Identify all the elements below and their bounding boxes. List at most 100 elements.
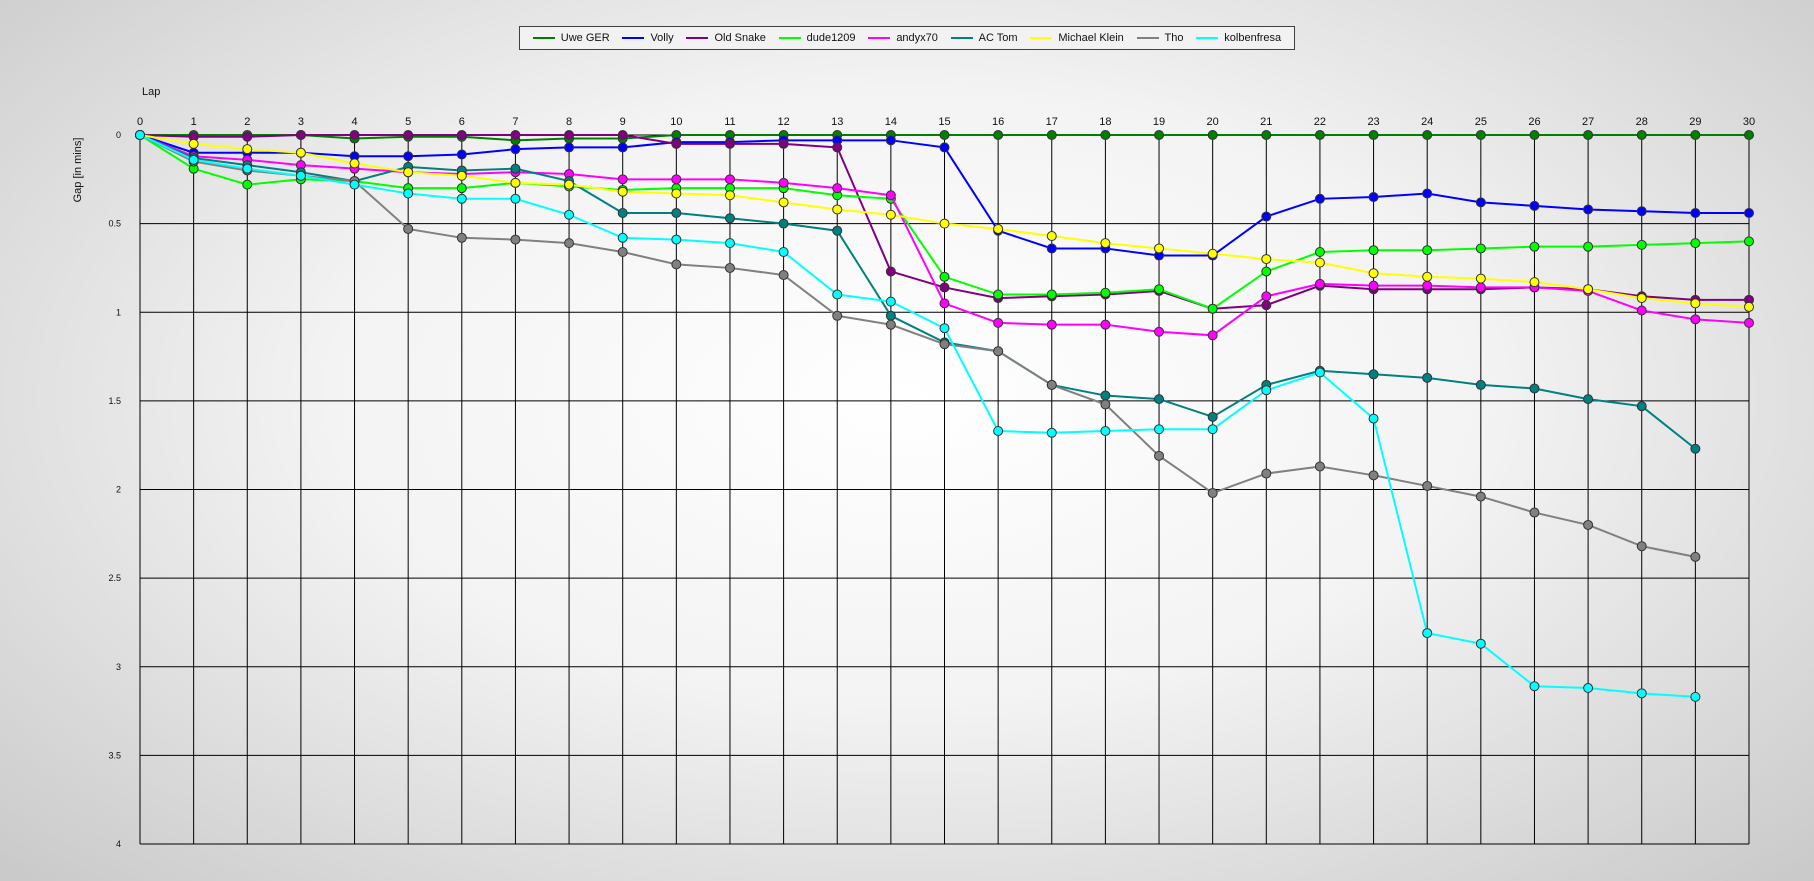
data-point [456, 183, 467, 194]
data-point [1475, 130, 1486, 140]
data-point [778, 270, 789, 281]
x-tick-label: 30 [1743, 116, 1755, 128]
x-tick-label: 1 [191, 116, 197, 128]
data-point [885, 296, 896, 307]
x-tick-label: 28 [1636, 116, 1648, 128]
data-point [1422, 628, 1433, 639]
data-point [1529, 681, 1540, 692]
data-point [1475, 379, 1486, 390]
data-point [939, 323, 950, 334]
legend-swatch [950, 37, 973, 39]
data-point [242, 163, 253, 174]
data-point [510, 193, 521, 204]
data-point [1154, 326, 1165, 337]
x-tick-label: 10 [670, 116, 682, 128]
data-point [1529, 277, 1540, 288]
data-point [242, 131, 253, 142]
data-point [1475, 282, 1486, 293]
data-point [1690, 314, 1701, 325]
x-tick-label: 29 [1689, 116, 1701, 128]
data-point [939, 130, 950, 140]
y-tick-label: 2 [116, 485, 121, 495]
data-point [832, 225, 843, 236]
data-point [1314, 130, 1325, 140]
data-point [1744, 301, 1754, 312]
data-point [1529, 200, 1540, 211]
x-tick-label: 21 [1260, 116, 1272, 128]
data-point [242, 179, 253, 190]
data-point [1154, 243, 1165, 254]
series-tho [135, 130, 1701, 562]
legend-swatch [1196, 37, 1219, 39]
data-point [1690, 130, 1701, 140]
data-point [510, 234, 521, 245]
data-point [188, 154, 199, 165]
x-tick-label: 0 [137, 116, 143, 128]
data-point [564, 179, 575, 190]
x-axis-label: Lap [142, 86, 160, 98]
data-point [1314, 461, 1325, 472]
y-tick-label: 3.5 [108, 750, 121, 760]
data-point [1475, 243, 1486, 254]
data-point [939, 271, 950, 282]
data-point [617, 207, 628, 218]
data-point [456, 232, 467, 243]
data-point [1583, 683, 1594, 694]
data-point [1529, 383, 1540, 394]
data-point [1475, 273, 1486, 284]
x-tick-label: 27 [1582, 116, 1594, 128]
x-tick-label: 15 [938, 116, 950, 128]
data-point [135, 130, 145, 140]
data-point [778, 218, 789, 229]
legend-item: andyx70 [868, 32, 938, 44]
y-tick-labels: 0 0.5 1 1.5 2 2.5 3 3.5 4 [108, 130, 121, 849]
data-point [1207, 488, 1218, 499]
data-point [1261, 300, 1272, 311]
data-point [724, 190, 735, 201]
series-kolbenfresa [135, 130, 1701, 702]
data-point [617, 130, 628, 140]
data-point [1368, 192, 1379, 203]
x-tick-label: 13 [831, 116, 843, 128]
y-tick-label: 1.5 [108, 396, 121, 406]
x-tick-label: 14 [885, 116, 897, 128]
legend: Uwe GER Volly Old Snake dude1209 andyx70 AC T… [519, 26, 1295, 50]
legend-item: Uwe GER [532, 32, 610, 44]
data-point [242, 144, 253, 155]
data-point [295, 147, 306, 158]
legend-label: kolbenfresa [1224, 32, 1282, 44]
x-tick-label: 9 [620, 116, 626, 128]
data-point [832, 142, 843, 153]
data-point [724, 174, 735, 185]
data-point [1207, 330, 1218, 341]
data-point [456, 149, 467, 160]
legend-item: kolbenfresa [1196, 32, 1281, 44]
data-point [1583, 241, 1594, 252]
legend-item: AC Tom [950, 32, 1018, 44]
data-point [1690, 691, 1701, 702]
legend-item: Old Snake [686, 32, 766, 44]
data-point [1100, 319, 1111, 330]
data-point [1207, 248, 1218, 259]
x-tick-label: 7 [512, 116, 518, 128]
x-tick-label: 19 [1153, 116, 1165, 128]
data-point [1261, 468, 1272, 479]
data-point [993, 130, 1004, 140]
data-point [1261, 266, 1272, 277]
legend-swatch [1030, 37, 1053, 39]
data-point [1046, 379, 1057, 390]
data-point [349, 158, 360, 169]
data-point [510, 130, 521, 140]
data-point [1636, 130, 1647, 140]
data-point [1314, 257, 1325, 268]
x-tick-label: 11 [724, 116, 735, 128]
data-point [939, 339, 950, 350]
data-point [1529, 130, 1540, 140]
data-point [295, 170, 306, 181]
y-tick-label: 0.5 [108, 219, 121, 229]
legend-item: Michael Klein [1030, 32, 1124, 44]
data-point [778, 246, 789, 257]
data-point [403, 223, 414, 234]
data-point [885, 310, 896, 321]
data-point [1314, 193, 1325, 204]
